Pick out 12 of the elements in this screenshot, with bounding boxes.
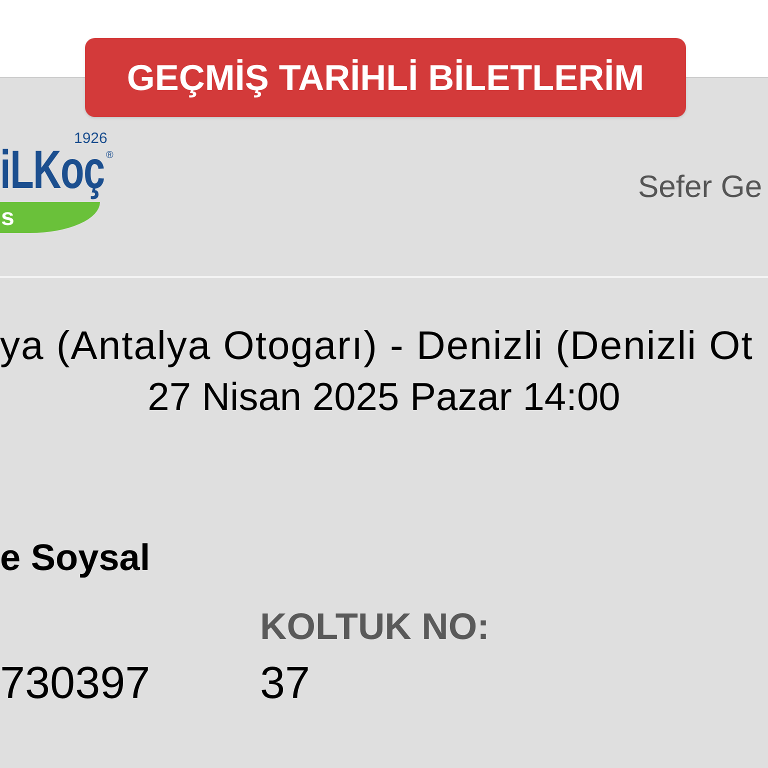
field-label: KOLTUK NO: (260, 605, 490, 649)
logo-wordmark: iLKoç (0, 145, 104, 202)
field-value: 730397 (0, 657, 152, 709)
logo-year: 1926 (73, 133, 108, 145)
departure-date-time: 27 Nisan 2025 Pazar 14:00 (146, 375, 622, 421)
passenger-name: e Soysal (0, 536, 152, 580)
route-text: ya (Antalya Otogarı) - Denizli (Denizli Ot (0, 323, 754, 370)
logo-band: s (0, 202, 100, 233)
field-value: 37 (260, 657, 312, 709)
trip-date-label: Sefer Ge (638, 169, 764, 205)
section-title-badge: GEÇMİŞ TARİHLİ BİLETLERİM (85, 38, 686, 117)
registered-mark: ® (106, 151, 114, 161)
